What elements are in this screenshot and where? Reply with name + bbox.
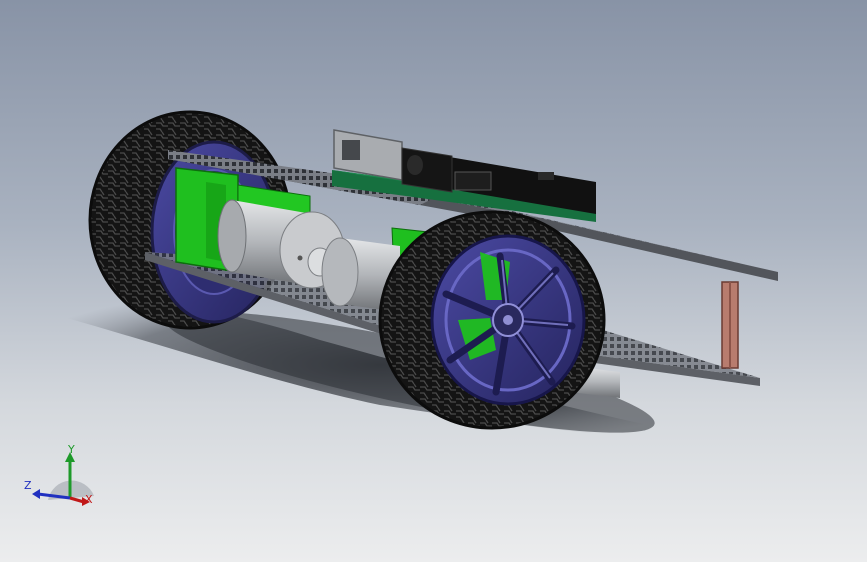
triad-z-arrow-icon — [32, 489, 40, 499]
robot-chassis-model[interactable] — [0, 0, 867, 562]
triad-x-label: X — [85, 493, 93, 506]
orientation-triad[interactable]: Y Z X — [18, 440, 98, 510]
front-wheel — [378, 210, 606, 430]
triad-y-label: Y — [68, 443, 75, 456]
graphics-viewport[interactable]: Y Z X — [0, 0, 867, 562]
triad-z-label: Z — [24, 479, 32, 492]
triad-x-axis — [69, 496, 85, 504]
